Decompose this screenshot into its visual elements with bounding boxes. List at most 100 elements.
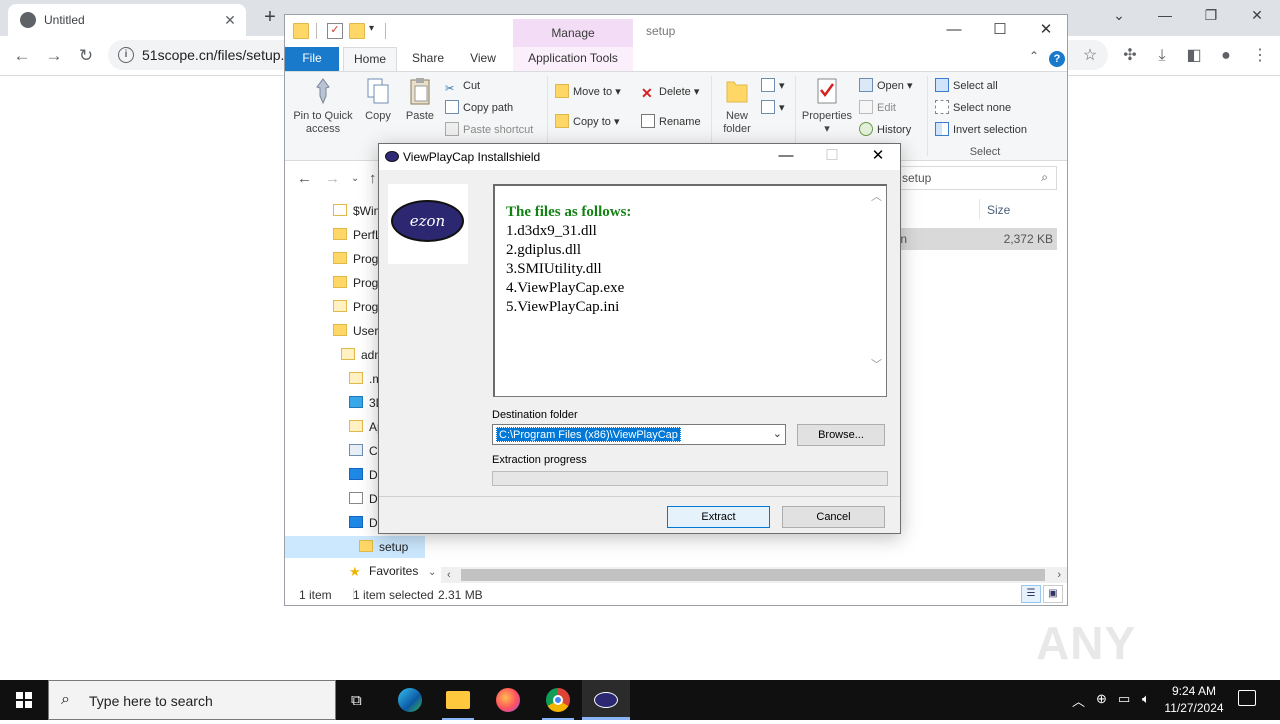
taskbar-chrome[interactable] [534,680,582,720]
easy-access-button[interactable]: ▾ [761,98,785,118]
taskbar-file-explorer[interactable] [434,680,482,720]
clock-time[interactable]: 9:24 AM [1162,684,1226,698]
recent-locations-icon[interactable]: ⌄ [351,173,359,184]
horizontal-scrollbar[interactable]: ‹ › [441,567,1067,583]
dialog-minimize-button[interactable]: — [763,144,809,170]
chevron-up-icon[interactable]: ︿ [871,188,882,204]
chevron-down-icon[interactable]: ﹀ [871,356,882,372]
invert-selection-button[interactable]: Invert selection [935,120,1027,140]
taskbar-search-placeholder[interactable]: Type here to search [89,693,213,709]
explorer-search-box[interactable]: setup ⌕ [885,166,1057,190]
select-none-label: Select none [953,102,1012,114]
destination-folder-value[interactable]: C:\Program Files (x86)\ViewPlayCap [496,427,681,442]
tab-view[interactable]: View [457,47,509,71]
explorer-back-icon[interactable]: ← [297,170,312,187]
textbox-scrollbar[interactable]: ︿ ﹀ [869,186,886,395]
browser-minimize-button[interactable]: — [1142,0,1188,32]
select-all-button[interactable]: Select all [935,76,998,96]
chevron-up-icon[interactable]: ︿ [1072,691,1085,710]
history-button[interactable]: History [859,120,911,140]
move-to-button[interactable]: Move to ▾ [555,82,621,102]
rename-button[interactable]: Rename [641,112,701,132]
url-text[interactable]: 51scope.cn/files/setup.r [142,47,289,63]
download-icon[interactable]: ⤓ [1150,44,1174,68]
taskbar-edge[interactable] [386,680,434,720]
column-header-size[interactable]: Size [987,203,1010,217]
extract-button[interactable]: Extract [667,506,770,528]
scroll-thumb[interactable] [461,569,1045,581]
start-button[interactable] [0,680,48,720]
browser-close-button[interactable]: ✕ [1234,0,1280,32]
taskbar-search-box[interactable]: ⌕ Type here to search [48,680,336,720]
new-item-button[interactable]: ▾ [761,76,785,96]
properties-check-icon[interactable]: ✓ [327,23,343,39]
clock-date[interactable]: 11/27/2024 [1162,701,1226,715]
new-folder-button[interactable]: New folder [717,76,757,136]
help-icon[interactable]: ? [1049,51,1065,67]
customize-toolbar-icon[interactable]: ▾ [369,23,385,39]
profile-avatar-icon[interactable]: ● [1214,44,1238,68]
star-icon: ★ [349,564,361,579]
tab-application-tools[interactable]: Application Tools [513,47,633,71]
cancel-button[interactable]: Cancel [782,506,885,528]
tab-close-icon[interactable]: ✕ [220,10,240,30]
large-icons-view-icon[interactable]: ▣ [1043,585,1063,603]
scroll-left-icon[interactable]: ‹ [447,567,451,583]
details-view-icon[interactable]: ☰ [1021,585,1041,603]
up-arrow-icon[interactable]: ↑ [369,170,377,187]
new-tab-button[interactable]: + [256,4,284,32]
dialog-close-button[interactable]: ✕ [855,144,901,170]
browser-restore-button[interactable]: ❐ [1188,0,1234,32]
side-panel-icon[interactable]: ◧ [1182,44,1206,68]
search-icon[interactable]: ⌕ [1041,170,1048,185]
delete-button[interactable]: ✕ Delete ▾ [641,82,699,102]
search-text[interactable]: setup [902,171,931,185]
destination-folder-combobox[interactable]: C:\Program Files (x86)\ViewPlayCap ⌄ [492,424,786,445]
copy-button[interactable]: Copy [361,76,395,123]
cut-button[interactable]: ✂ Cut [445,76,480,96]
copy-path-button[interactable]: Copy path [445,98,513,118]
bookmark-star-icon[interactable]: ☆ [1078,44,1102,68]
edit-button[interactable]: Edit [859,98,896,118]
browser-tab[interactable]: Untitled ✕ [8,4,246,36]
paste-label: Paste [405,110,435,122]
back-arrow-icon[interactable]: ← [8,42,36,70]
copy-to-button[interactable]: Copy to ▾ [555,112,620,132]
open-button[interactable]: Open ▾ [859,76,913,96]
forward-arrow-icon[interactable]: → [40,42,68,70]
notification-icon[interactable] [1238,690,1256,706]
file-list-textbox[interactable]: The files as follows: 1.d3dx9_31.dll 2.g… [493,184,887,397]
network-icon[interactable]: ▭ [1118,691,1130,707]
explorer-close-button[interactable]: ✕ [1023,15,1069,45]
tab-home[interactable]: Home [343,47,397,71]
pin-quick-access-button[interactable]: Pin to Quick access [291,76,355,136]
task-view-button[interactable]: ⧉ [336,680,384,720]
chevron-down-icon[interactable]: ⌄ [773,427,782,440]
nav-item-favorites[interactable]: ★ Favorites [349,560,425,582]
scroll-right-icon[interactable]: › [1057,567,1061,583]
paste-button[interactable]: Paste [403,76,437,123]
paste-shortcut-button[interactable]: Paste shortcut [445,120,533,140]
file-row[interactable]: ation 2,372 KB [881,228,1057,250]
reload-icon[interactable]: ↻ [72,42,100,70]
new-folder-quick-icon[interactable] [349,23,365,39]
select-none-button[interactable]: Select none [935,98,1011,118]
explorer-forward-icon[interactable]: → [325,170,340,187]
chevron-down-icon[interactable]: ⌄ [428,567,436,578]
nav-item-setup[interactable]: setup [285,536,425,558]
browser-menu-icon[interactable]: ⋮ [1248,44,1272,68]
browse-button[interactable]: Browse... [797,424,885,446]
explorer-maximize-button[interactable]: ☐ [977,15,1023,45]
tab-file[interactable]: File [285,47,339,71]
tab-search-button[interactable]: ⌄ [1096,0,1142,32]
properties-button[interactable]: Properties ▾ [799,76,855,136]
extensions-icon[interactable]: ✣ [1118,44,1142,68]
taskbar-viewplaycap[interactable] [582,680,630,720]
site-info-icon[interactable]: i [118,47,134,63]
explorer-minimize-button[interactable]: — [931,15,977,45]
taskbar-firefox[interactable] [484,680,532,720]
ribbon-collapse-icon[interactable]: ⌃ [1029,49,1039,63]
usb-device-icon[interactable]: ⊕ [1096,691,1107,707]
volume-icon[interactable]: 🔈︎ [1142,691,1150,707]
tab-share[interactable]: Share [401,47,455,71]
